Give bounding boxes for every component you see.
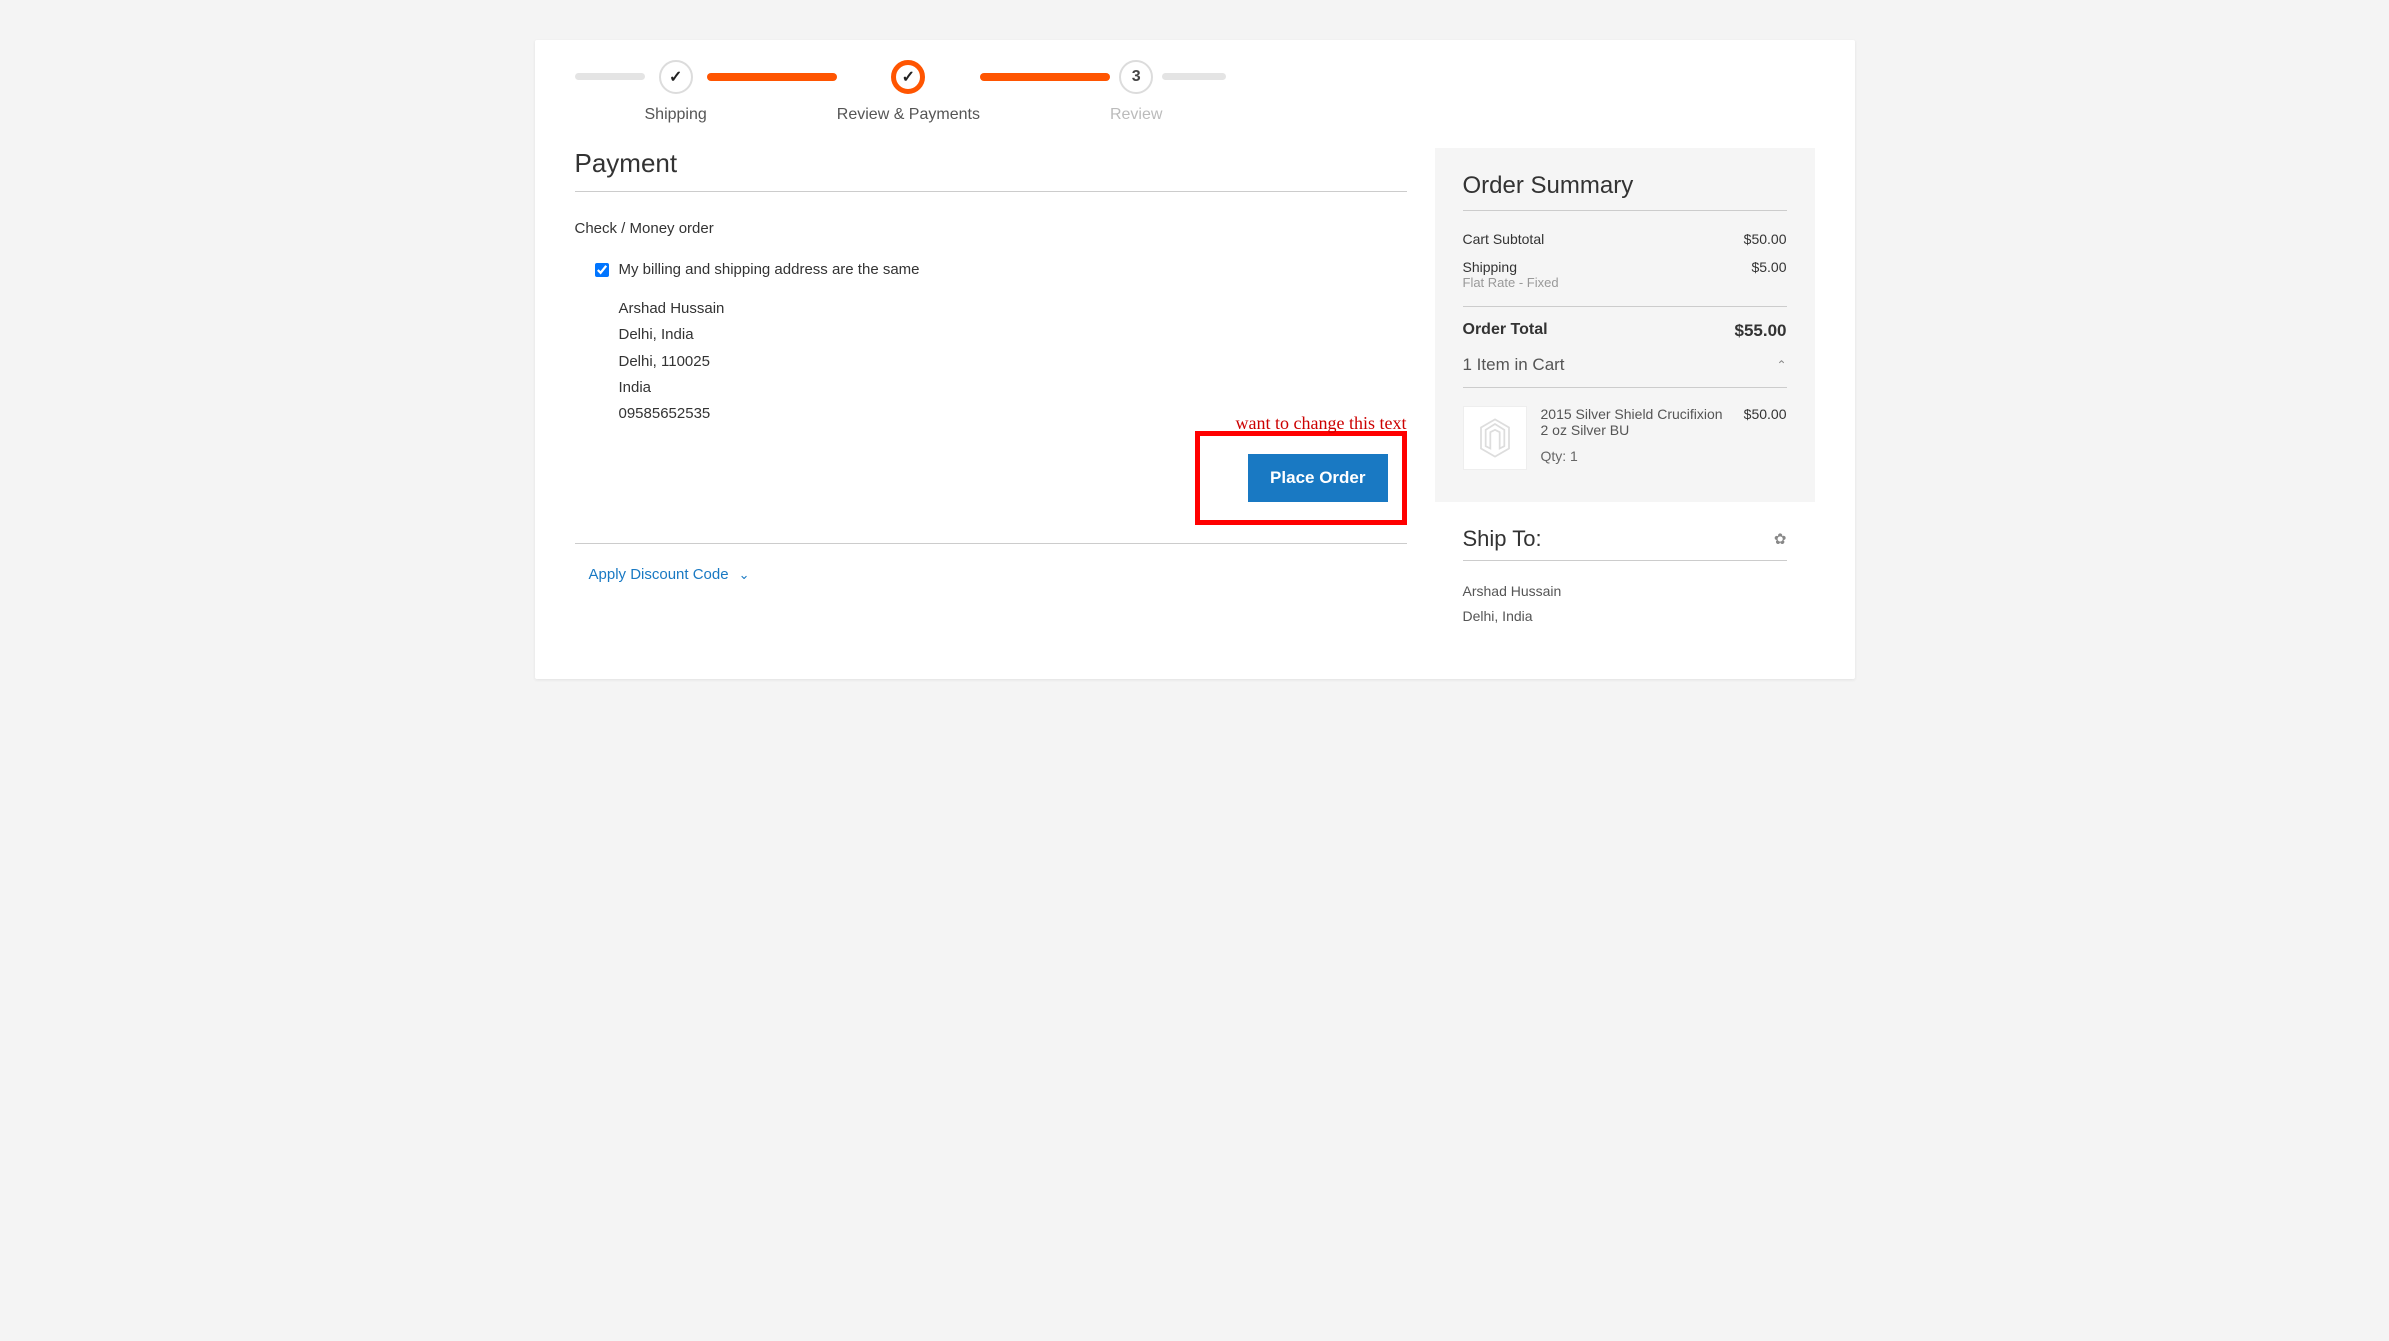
step-shipping-label: Shipping [645, 106, 707, 124]
address-line1: Delhi, India [619, 322, 1407, 348]
same-address-checkbox[interactable] [595, 263, 609, 277]
cart-item-qty: Qty: 1 [1541, 448, 1730, 464]
action-area: want to change this text Place Order [575, 431, 1407, 544]
summary-shipping-row: Shipping $5.00 [1463, 253, 1787, 275]
summary-subtotal-row: Cart Subtotal $50.00 [1463, 225, 1787, 253]
billing-address: Arshad Hussain Delhi, India Delhi, 11002… [619, 296, 1407, 427]
shipping-label: Shipping [1463, 259, 1518, 275]
step-review-payments-circle: ✓ [891, 60, 925, 94]
ship-to-title: Ship To: [1463, 526, 1542, 552]
summary-total-row: Order Total $55.00 [1463, 306, 1787, 341]
total-value: $55.00 [1735, 321, 1787, 341]
ship-to-box: Ship To: ✿ Arshad Hussain Delhi, India [1435, 502, 1815, 629]
sidebar: Order Summary Cart Subtotal $50.00 Shipp… [1435, 148, 1815, 629]
shipping-method-label: Flat Rate - Fixed [1463, 275, 1787, 300]
check-icon: ✓ [902, 67, 915, 87]
step-shipping-circle: ✓ [659, 60, 693, 94]
same-address-row[interactable]: My billing and shipping address are the … [595, 261, 1407, 278]
apply-discount-label: Apply Discount Code [589, 566, 729, 583]
payment-method-label: Check / Money order [575, 220, 1407, 237]
shipping-value: $5.00 [1751, 259, 1786, 275]
product-thumbnail [1463, 406, 1527, 470]
step-bar-active [707, 73, 837, 81]
address-country: India [619, 375, 1407, 401]
cart-item-info: 2015 Silver Shield Crucifixion 2 oz Silv… [1541, 406, 1730, 470]
chevron-down-icon: ⌄ [739, 567, 750, 583]
address-line2: Delhi, 110025 [619, 349, 1407, 375]
order-summary-title: Order Summary [1463, 172, 1787, 211]
step-bar-active [980, 73, 1110, 81]
magento-placeholder-icon [1474, 417, 1516, 459]
place-order-button[interactable]: Place Order [1248, 454, 1387, 502]
step-review[interactable]: 3 Review [1110, 60, 1162, 124]
cart-item-row: 2015 Silver Shield Crucifixion 2 oz Silv… [1463, 388, 1787, 470]
step-number: 3 [1132, 68, 1141, 86]
total-label: Order Total [1463, 321, 1548, 341]
payment-main: Payment Check / Money order My billing a… [575, 148, 1407, 584]
highlight-box: Place Order [1195, 431, 1406, 525]
step-review-label: Review [1110, 106, 1162, 124]
ship-to-header: Ship To: ✿ [1463, 526, 1787, 561]
ship-to-address: Arshad Hussain Delhi, India [1463, 579, 1787, 629]
ship-to-line1: Delhi, India [1463, 604, 1787, 629]
step-shipping[interactable]: ✓ Shipping [645, 60, 707, 124]
order-summary-box: Order Summary Cart Subtotal $50.00 Shipp… [1435, 148, 1815, 502]
cart-item-price: $50.00 [1744, 406, 1787, 470]
step-review-circle: 3 [1119, 60, 1153, 94]
step-review-payments-label: Review & Payments [837, 106, 980, 124]
ship-to-name: Arshad Hussain [1463, 579, 1787, 604]
subtotal-value: $50.00 [1744, 231, 1787, 247]
cart-count-label: 1 Item in Cart [1463, 355, 1565, 375]
gear-icon[interactable]: ✿ [1774, 530, 1787, 548]
checkout-page: ✓ Shipping ✓ Review & Payments 3 Review … [535, 40, 1855, 679]
address-name: Arshad Hussain [619, 296, 1407, 322]
subtotal-label: Cart Subtotal [1463, 231, 1545, 247]
same-address-label: My billing and shipping address are the … [619, 261, 920, 278]
payment-section-title: Payment [575, 148, 1407, 192]
chevron-up-icon: ⌃ [1776, 358, 1786, 372]
step-bar [1162, 73, 1226, 80]
cart-item-name: 2015 Silver Shield Crucifixion 2 oz Silv… [1541, 406, 1730, 438]
step-review-payments[interactable]: ✓ Review & Payments [837, 60, 980, 124]
progress-steps: ✓ Shipping ✓ Review & Payments 3 Review [575, 40, 1815, 148]
check-icon: ✓ [669, 67, 682, 87]
apply-discount-toggle[interactable]: Apply Discount Code ⌄ [589, 566, 750, 583]
annotation-text: want to change this text [1236, 413, 1407, 434]
cart-items-toggle[interactable]: 1 Item in Cart ⌃ [1463, 341, 1787, 388]
step-bar [575, 73, 645, 80]
